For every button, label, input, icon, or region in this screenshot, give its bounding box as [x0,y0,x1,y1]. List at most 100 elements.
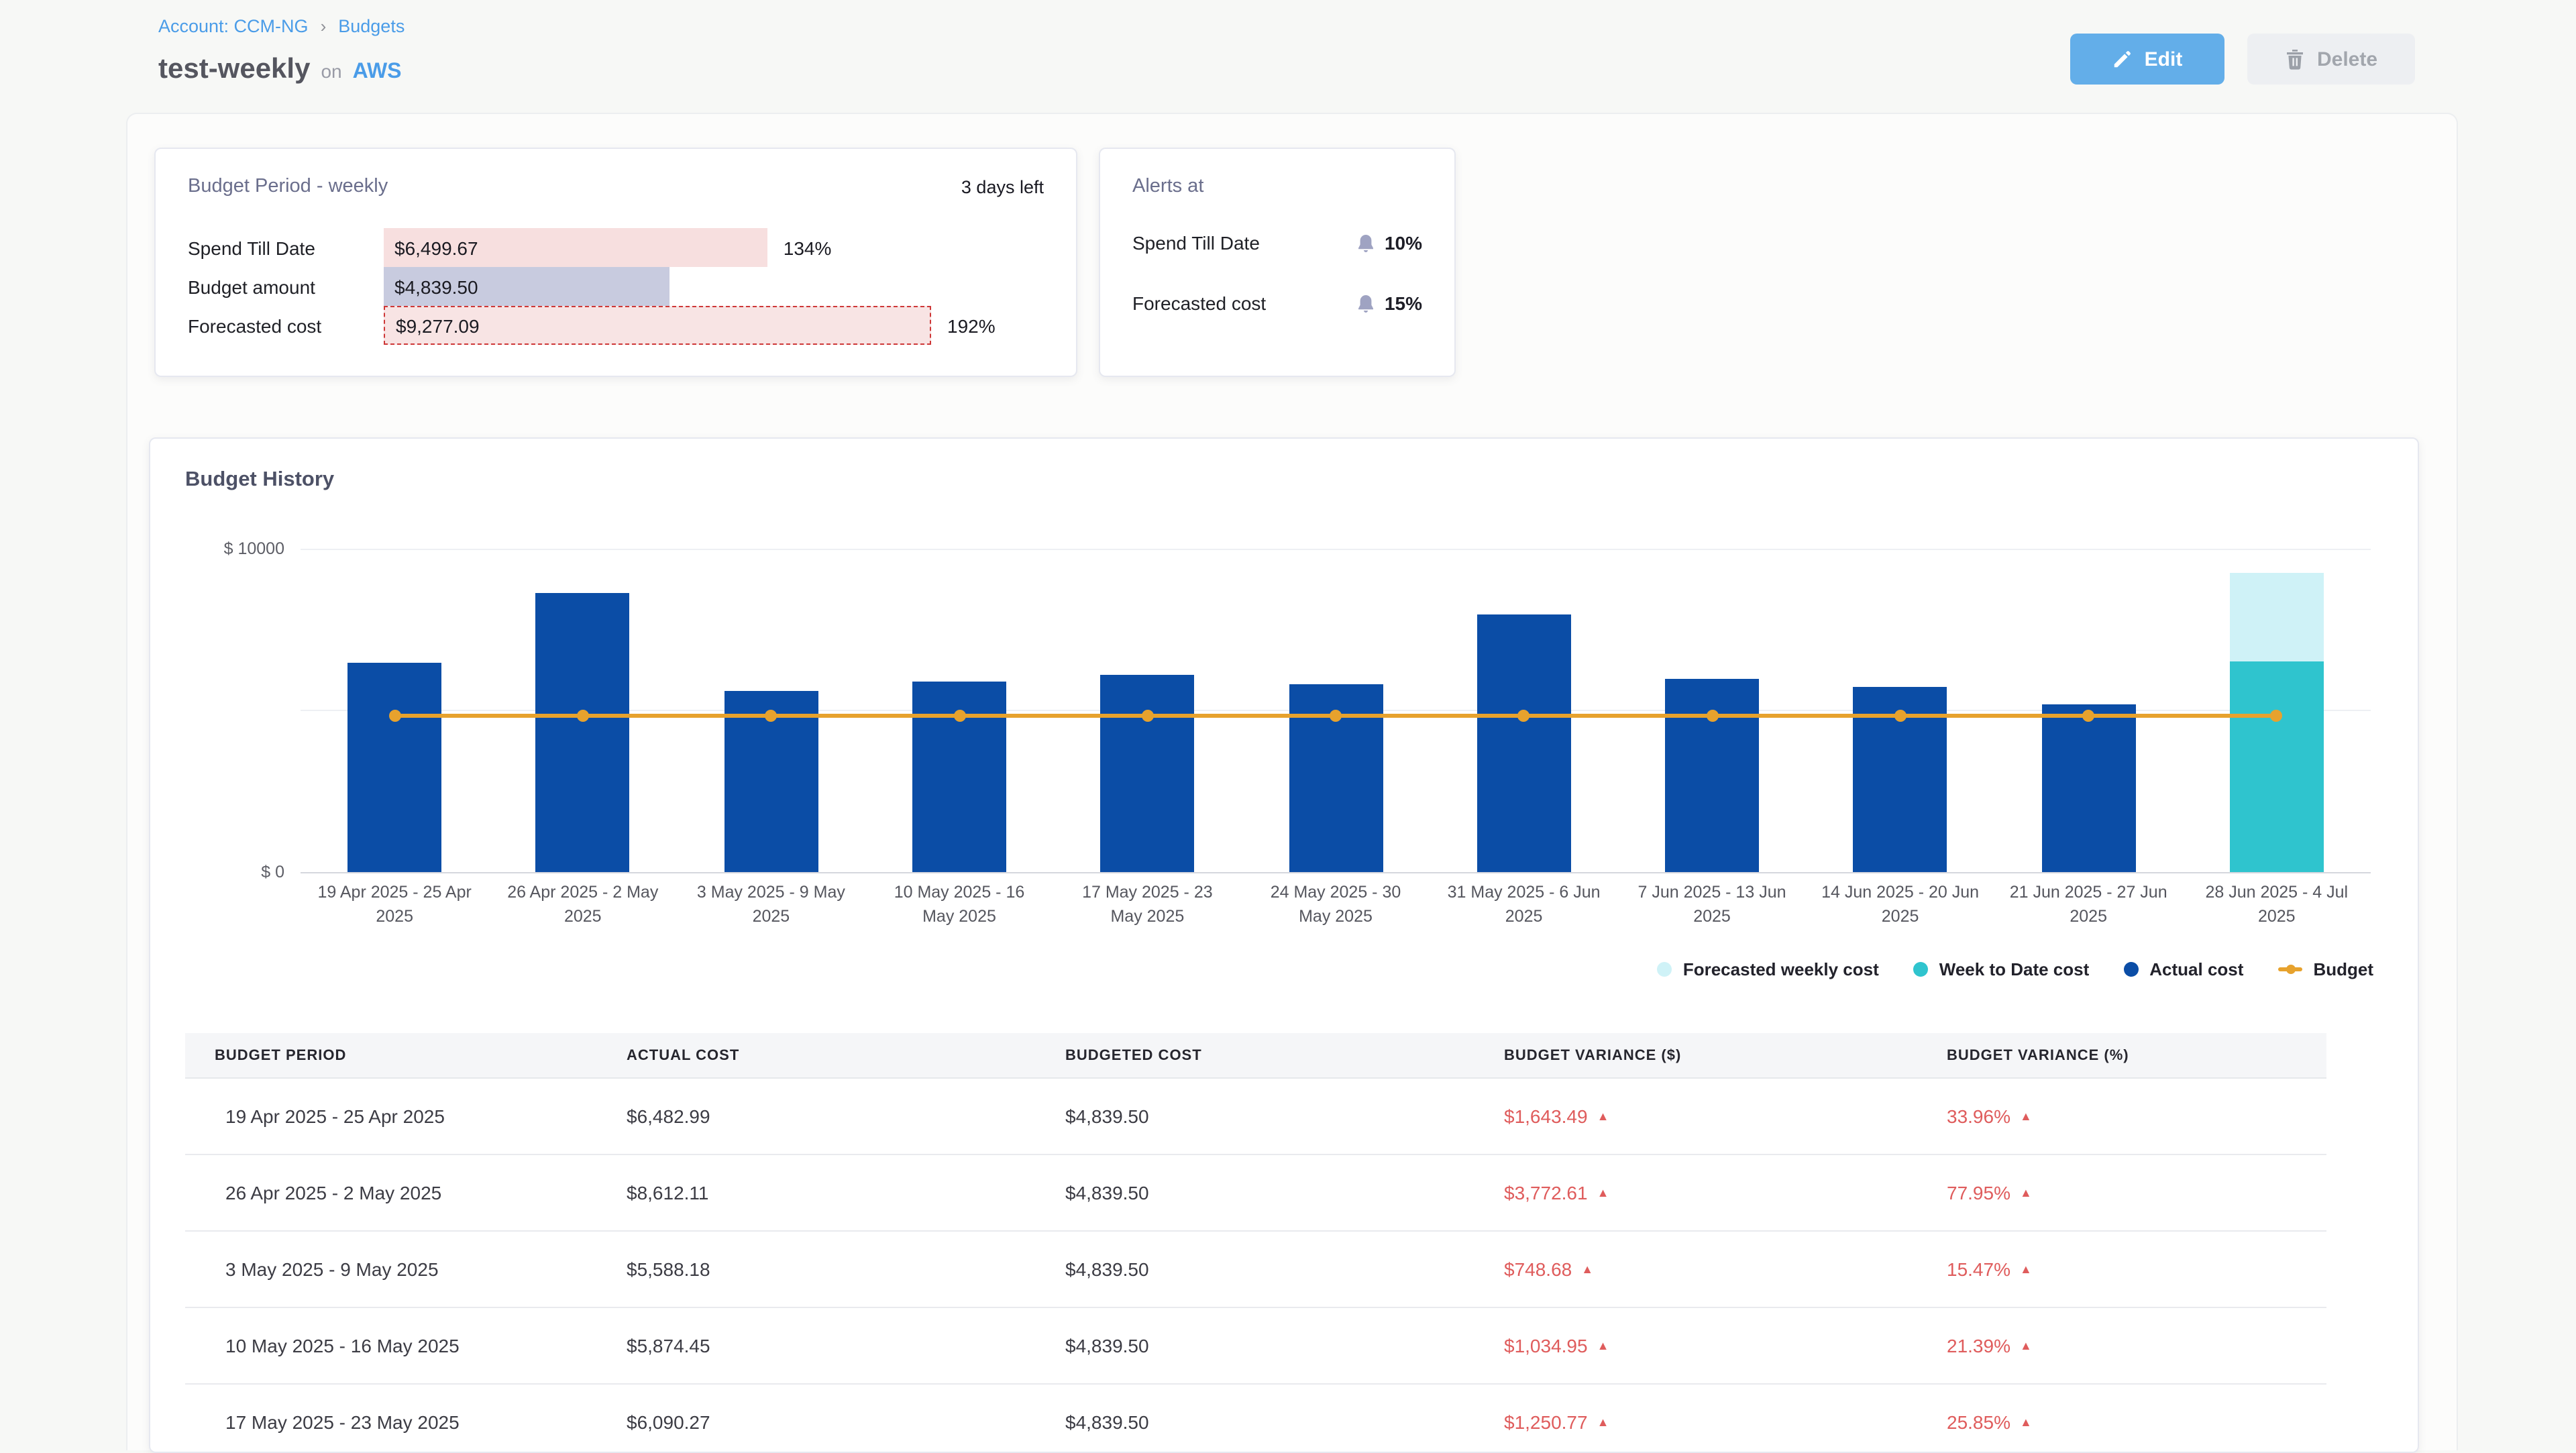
bell-icon [1356,293,1375,313]
cell-budget-period: 17 May 2025 - 23 May 2025 [185,1411,627,1433]
table-row: 17 May 2025 - 23 May 2025$6,090.27$4,839… [185,1385,2326,1453]
alert-threshold-value: 10% [1385,232,1422,254]
legend-item-week-to-date-cost[interactable]: Week to Date cost [1914,959,2090,979]
x-axis-label: 21 Jun 2025 - 27 Jun 2025 [2005,881,2171,928]
cell-budget-period: 19 Apr 2025 - 25 Apr 2025 [185,1106,627,1127]
variance-value: 25.85% [1947,1411,2010,1433]
budget-line-point [1894,710,1907,722]
alert-row-label: Forecasted cost [1132,292,1266,314]
cell-budget-variance-pct: 21.39%▲ [1947,1335,2326,1356]
budget-period-row-value: $9,277.09 [385,315,480,336]
main-panel: Budget Period - weekly 3 days left Spend… [126,113,2458,1450]
budget-line-point [1330,710,1342,722]
budget-period-row-label: Budget amount [188,276,384,297]
cell-actual-cost: $6,482.99 [627,1106,1065,1127]
budget-period-row-value: $4,839.50 [384,276,478,297]
edit-button[interactable]: Edit [2070,34,2224,85]
budget-line-point [2082,710,2094,722]
variance-value: $748.68 [1504,1258,1572,1280]
budget-history-title: Budget History [185,468,334,492]
alert-threshold: 10% [1356,232,1422,254]
table-header-cell: BUDGETED COST [1065,1047,1504,1063]
page-title-on: on [321,60,341,82]
pencil-icon [2112,49,2133,69]
delete-button[interactable]: Delete [2247,34,2415,85]
cell-budget-variance-pct: 15.47%▲ [1947,1258,2326,1280]
page-title: test-weekly [158,54,310,86]
legend-item-budget[interactable]: Budget [2278,959,2373,979]
trend-up-icon: ▲ [2020,1340,2032,1352]
alert-row-label: Spend Till Date [1132,232,1260,254]
cell-budget-variance-pct: 25.85% ▲ [1947,1411,2326,1433]
trend-up-icon: ▲ [1597,1187,1609,1199]
table-header-cell: BUDGET VARIANCE (%) [1947,1047,2326,1063]
table-header-cell: BUDGET PERIOD [185,1047,627,1063]
budget-period-row-label: Spend Till Date [188,237,384,258]
breadcrumb-budgets-link[interactable]: Budgets [338,16,405,36]
trend-up-icon: ▲ [1597,1416,1609,1428]
breadcrumb: Account: CCM-NG › Budgets [158,16,405,36]
trend-up-icon: ▲ [1597,1110,1609,1122]
bell-icon [1356,233,1375,253]
table-row: 10 May 2025 - 16 May 2025$5,874.45$4,839… [185,1308,2326,1385]
variance-value: 33.96% [1947,1106,2010,1127]
cell-actual-cost: $8,612.11 [627,1182,1065,1203]
variance-value: $1,643.49 [1504,1106,1588,1127]
trend-up-icon: ▲ [2020,1187,2032,1199]
table-header-cell: ACTUAL COST [627,1047,1065,1063]
variance-value: $1,250.77 [1504,1411,1588,1433]
cell-budgeted-cost: $4,839.50 [1065,1106,1504,1127]
delete-button-label: Delete [2317,48,2377,70]
alert-threshold-value: 15% [1385,292,1422,314]
budget-period-card: Budget Period - weekly 3 days left Spend… [154,148,1077,377]
table-header-cell: BUDGET VARIANCE ($) [1504,1047,1947,1063]
alert-row: Spend Till Date 10% [1132,221,1422,264]
actual-cost-bar [1477,614,1571,872]
trend-up-icon: ▲ [2020,1416,2032,1428]
budget-period-row: Spend Till Date$6,499.67134% [188,228,1044,267]
budget-period-row-bar: $4,839.50 [384,267,669,306]
y-axis-zero-label: $ 0 [150,863,284,881]
legend-item-forecasted-weekly-cost[interactable]: Forecasted weekly cost [1658,959,1879,979]
x-axis-label: 31 May 2025 - 6 Jun 2025 [1441,881,1607,928]
cell-actual-cost: $6,090.27 [627,1411,1065,1433]
trend-up-icon: ▲ [2020,1110,2032,1122]
budget-history-table: BUDGET PERIODACTUAL COSTBUDGETED COSTBUD… [185,1033,2326,1453]
cell-budget-variance-usd: $1,643.49 ▲ [1504,1106,1947,1127]
alert-row: Forecasted cost 15% [1132,282,1422,325]
budget-period-row: Budget amount$4,839.50 [188,267,1044,306]
legend-item-label: Actual cost [2149,959,2243,979]
budget-line-point [388,710,400,722]
legend-line-marker-icon [2278,967,2302,971]
legend-item-actual-cost[interactable]: Actual cost [2124,959,2243,979]
edit-button-label: Edit [2145,48,2183,70]
alerts-card: Alerts at Spend Till Date 10% Forecasted c… [1099,148,1456,377]
x-axis-label: 19 Apr 2025 - 25 Apr 2025 [311,881,478,928]
breadcrumb-account-link[interactable]: Account: CCM-NG [158,16,309,36]
x-axis-label: 24 May 2025 - 30 May 2025 [1252,881,1419,928]
budget-period-row-bar: $9,277.09 [384,306,931,345]
variance-value: $1,034.95 [1504,1335,1588,1356]
budget-period-row-label: Forecasted cost [188,315,384,336]
chart-plot-area [301,549,2371,873]
x-axis-label: 28 Jun 2025 - 4 Jul 2025 [2194,881,2360,928]
variance-value: $3,772.61 [1504,1182,1588,1203]
cell-budget-period: 3 May 2025 - 9 May 2025 [185,1258,627,1280]
trash-icon [2285,48,2305,70]
budget-line-point [953,710,965,722]
cell-budget-variance-usd: $3,772.61 ▲ [1504,1182,1947,1203]
trend-up-icon: ▲ [1581,1263,1593,1275]
gridline-10000 [301,549,2371,550]
actual-cost-bar [1100,675,1194,872]
cell-budgeted-cost: $4,839.50 [1065,1182,1504,1203]
x-axis-label: 14 Jun 2025 - 20 Jun 2025 [1817,881,1984,928]
x-axis-label: 10 May 2025 - 16 May 2025 [876,881,1042,928]
cell-budgeted-cost: $4,839.50 [1065,1411,1504,1433]
breadcrumb-separator-icon: › [321,16,327,36]
budget-period-title: Budget Period - weekly [188,176,388,197]
page: Account: CCM-NG › Budgets test-weekly on… [0,0,2576,1449]
y-axis-max-label: $ 10000 [150,539,284,558]
alerts-title: Alerts at [1100,149,1454,197]
cell-budget-variance-usd: $1,034.95▲ [1504,1335,1947,1356]
actual-cost-bar [536,594,630,872]
